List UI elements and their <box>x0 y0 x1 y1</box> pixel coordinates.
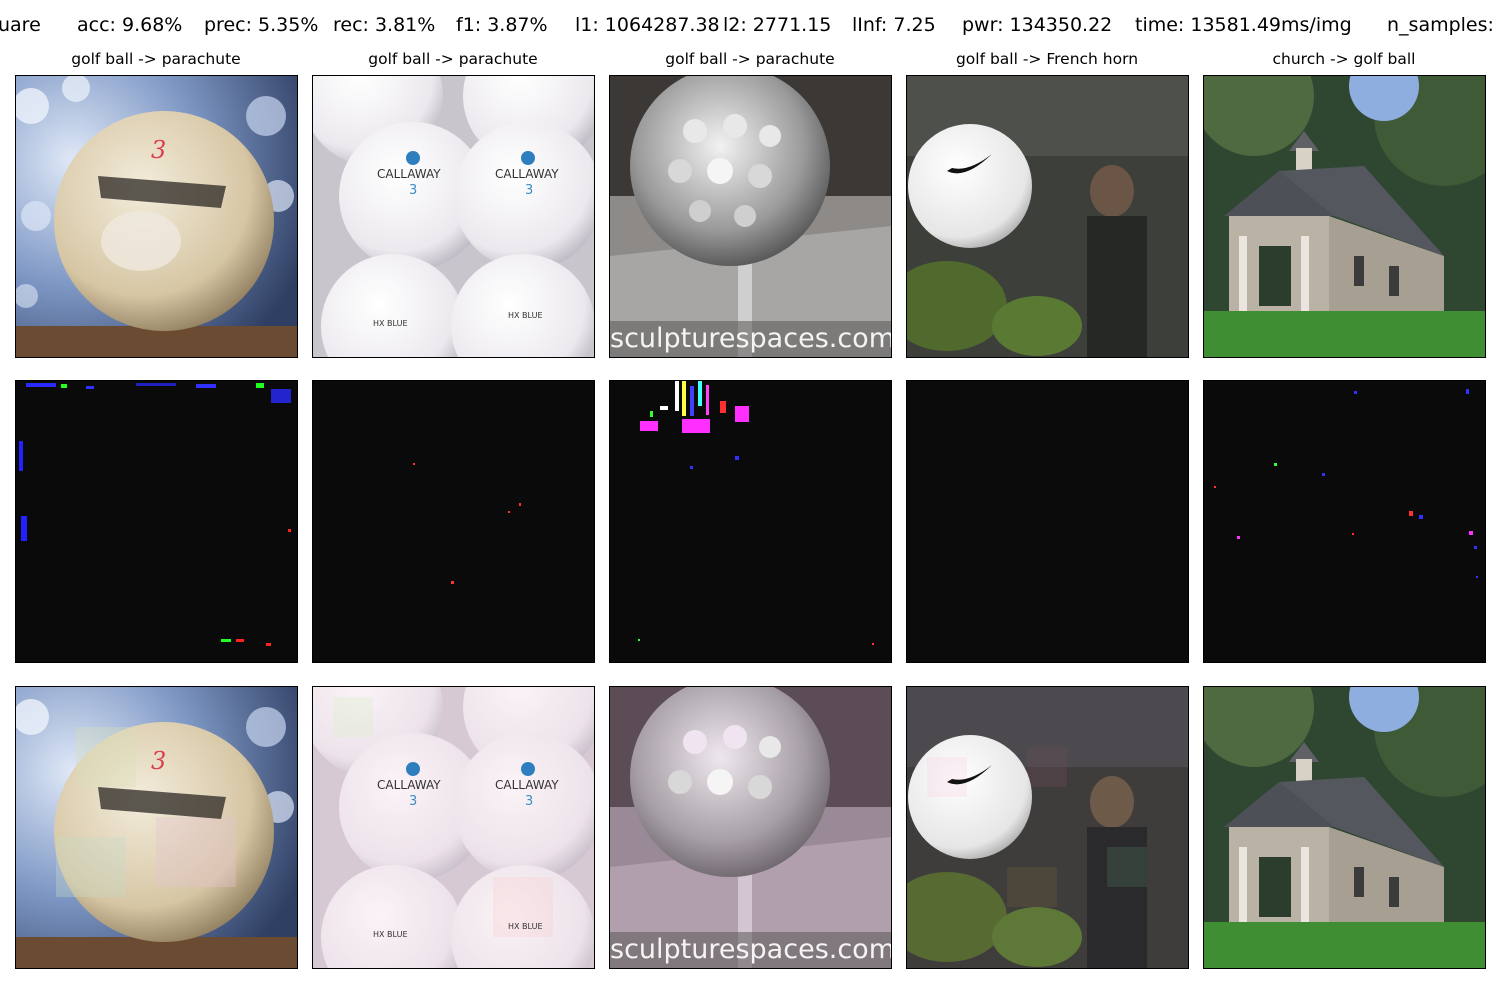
svg-text:HX BLUE: HX BLUE <box>373 930 408 939</box>
adversarial-image-callaway-balls: CALLAWAY CALLAWAY 3 3 HX BLUE HX BLUE <box>312 686 595 969</box>
column-title-5: church -> golf ball <box>1272 50 1416 68</box>
metric-prec: prec: 5.35% <box>204 14 319 36</box>
perturbation-map-3 <box>609 380 892 663</box>
svg-text:3: 3 <box>409 794 417 809</box>
metric-l2: l2: 2771.15 <box>723 14 832 36</box>
metric-time: time: 13581.49ms/img <box>1135 14 1352 36</box>
perturbation-map-2 <box>312 380 595 663</box>
svg-text:3: 3 <box>409 183 417 198</box>
svg-text:sculpturespaces.com: sculpturespaces.com <box>610 323 891 354</box>
svg-text:CALLAWAY: CALLAWAY <box>495 167 559 181</box>
column-title-3: golf ball -> parachute <box>665 50 835 68</box>
svg-text:CALLAWAY: CALLAWAY <box>377 167 441 181</box>
metric-linf: lInf: 7.25 <box>852 14 936 36</box>
column-title-4: golf ball -> French horn <box>955 50 1139 68</box>
svg-text:CALLAWAY: CALLAWAY <box>495 778 559 792</box>
perturbation-map-4 <box>906 380 1189 663</box>
metric-rec: rec: 3.81% <box>333 14 436 36</box>
adversarial-image-church <box>1203 686 1486 969</box>
perturbation-map-5 <box>1203 380 1486 663</box>
method-name: uare <box>0 14 41 36</box>
original-image-church <box>1203 75 1486 358</box>
svg-text:3: 3 <box>151 747 166 775</box>
svg-text:sculpturespaces.com: sculpturespaces.com <box>610 934 891 965</box>
adversarial-image-golf-ball-worn: 3 <box>15 686 298 969</box>
metric-f1: f1: 3.87% <box>456 14 548 36</box>
original-image-callaway-balls: CALLAWAY CALLAWAY 3 3 HX BLUE HX BLUE <box>312 75 595 358</box>
metric-acc: acc: 9.68% <box>77 14 183 36</box>
metric-pwr: pwr: 134350.22 <box>962 14 1113 36</box>
original-image-nike-ball <box>906 75 1189 358</box>
adversarial-image-sculpture-ball: sculpturespaces.com <box>609 686 892 969</box>
svg-text:3: 3 <box>525 183 533 198</box>
svg-text:HX BLUE: HX BLUE <box>373 319 408 328</box>
svg-text:HX BLUE: HX BLUE <box>508 311 543 320</box>
metric-l1: l1: 1064287.38 <box>575 14 720 36</box>
svg-text:CALLAWAY: CALLAWAY <box>377 778 441 792</box>
adversarial-image-nike-ball <box>906 686 1189 969</box>
svg-text:3: 3 <box>525 794 533 809</box>
column-title-1: golf ball -> parachute <box>71 50 241 68</box>
metrics-header: uare acc: 9.68% prec: 5.35% rec: 3.81% f… <box>0 14 1500 44</box>
perturbation-map-1 <box>15 380 298 663</box>
svg-text:HX BLUE: HX BLUE <box>508 922 543 931</box>
metric-n-samples: n_samples: <box>1387 14 1494 36</box>
original-image-golf-ball-worn: 3 <box>15 75 298 358</box>
column-title-2: golf ball -> parachute <box>368 50 538 68</box>
svg-text:3: 3 <box>151 136 166 164</box>
original-image-sculpture-ball: sculpturespaces.com <box>609 75 892 358</box>
